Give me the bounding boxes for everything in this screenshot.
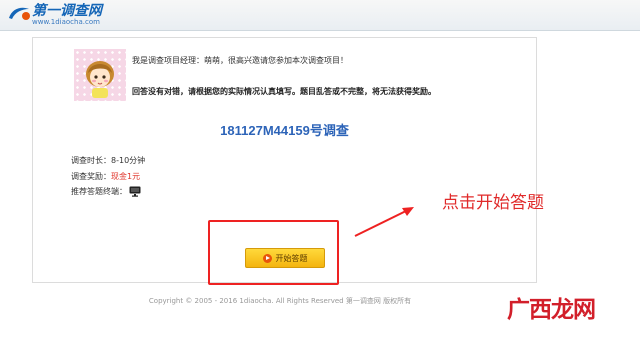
terminal-row: 推荐答题终端：	[71, 186, 141, 197]
survey-title: 181127M44159号调查	[220, 123, 349, 138]
duration-label: 调查时长：	[71, 156, 111, 165]
manager-avatar	[74, 49, 126, 101]
survey-instructions: 回答没有对错，请根据您的实际情况认真填写。题目乱答或不完整，将无法获得奖励。	[132, 87, 436, 96]
logo-text: 第一调查网	[32, 1, 102, 18]
site-header: 第一调查网 www.1diaocha.com	[0, 0, 640, 31]
terminal-label: 推荐答题终端：	[71, 187, 127, 196]
reward-value: 现金1元	[111, 172, 141, 181]
reward-label: 调查奖励：	[71, 172, 111, 181]
reward-row: 调查奖励：现金1元	[71, 171, 140, 182]
click-annotation: 点击开始答题	[442, 193, 544, 213]
highlight-box	[208, 220, 339, 285]
site-logo[interactable]: 第一调查网 www.1diaocha.com	[6, 1, 102, 26]
desktop-monitor-icon	[129, 186, 141, 197]
cartoon-girl-icon	[86, 61, 114, 98]
duration-row: 调查时长：8-10分钟	[71, 155, 145, 166]
logo-swoosh-icon	[9, 7, 30, 20]
site-watermark: 广西龙网	[507, 296, 596, 323]
duration-value: 8-10分钟	[111, 156, 146, 165]
logo-domain: www.1diaocha.com	[32, 17, 100, 26]
copyright-footer: Copyright © 2005 - 2016 1diaocha. All Ri…	[148, 297, 412, 305]
manager-greeting: 我是调查项目经理：萌萌，很高兴邀请您参加本次调查项目！	[132, 56, 348, 65]
